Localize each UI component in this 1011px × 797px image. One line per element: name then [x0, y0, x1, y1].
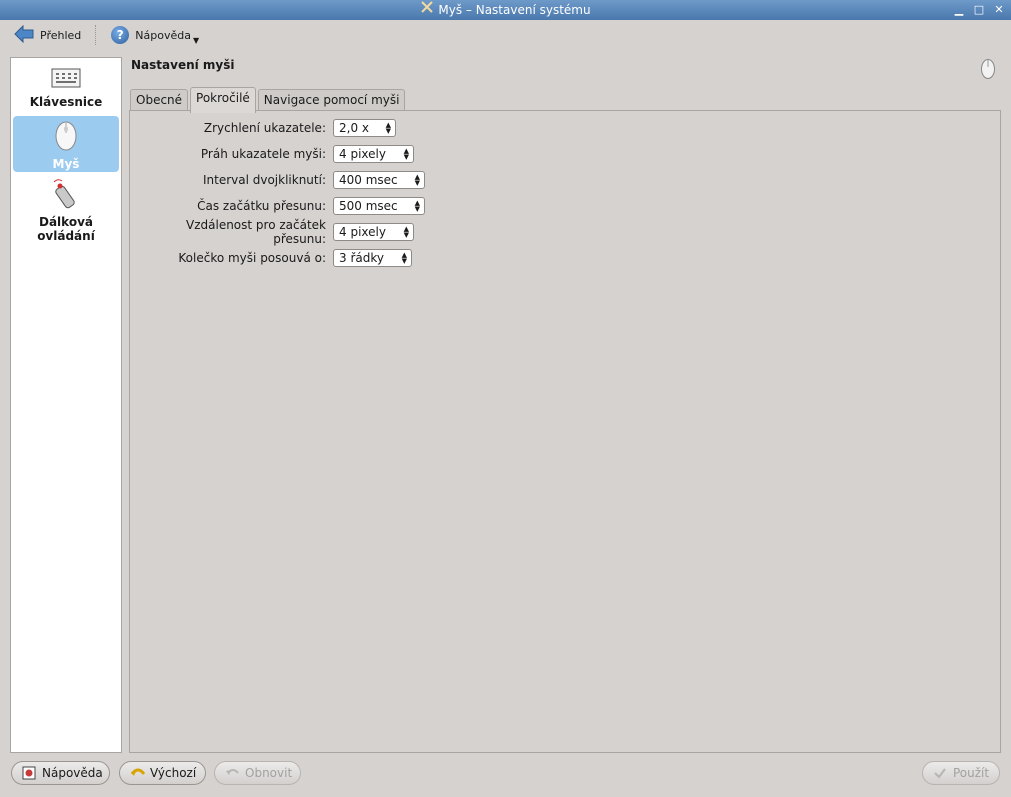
page-title: Nastavení myši — [131, 58, 235, 72]
mouse-icon — [54, 120, 78, 155]
sidebar-item-keyboard[interactable]: Klávesnice — [13, 64, 119, 116]
setting-row-acceleration: Zrychlení ukazatele: 2,0 x ▲ ▼ — [130, 118, 396, 138]
maximize-button[interactable]: □ — [973, 0, 985, 20]
setting-row-drag-time: Čas začátku přesunu: 500 msec ▲ ▼ — [130, 196, 425, 216]
double-click-spinbox[interactable]: 400 msec ▲ ▼ — [333, 171, 425, 189]
threshold-spinbox[interactable]: 4 pixely ▲ ▼ — [333, 145, 414, 163]
checkmark-icon — [933, 766, 947, 780]
window-title: Myš – Nastavení systému — [438, 3, 591, 17]
setting-label: Vzdálenost pro začátek přesunu: — [186, 218, 326, 246]
tab-advanced[interactable]: Pokročilé — [190, 87, 256, 113]
help-book-icon — [22, 766, 36, 780]
dropdown-arrow-icon: ▼ — [192, 35, 200, 45]
mouse-icon — [980, 58, 996, 83]
sidebar-item-remote-control[interactable]: Dálková ovládání — [13, 176, 119, 244]
tools-icon — [420, 0, 434, 20]
sidebar-item-label: Dálková — [39, 215, 93, 229]
keyboard-icon — [51, 68, 81, 91]
settings-window: Myš – Nastavení systému ▁ □ ✕ Přehled ? … — [0, 0, 1011, 797]
defaults-icon — [130, 766, 146, 780]
acceleration-spinbox[interactable]: 2,0 x ▲ ▼ — [333, 119, 396, 137]
window-controls: ▁ □ ✕ — [953, 0, 1005, 20]
overview-label: Přehled — [40, 28, 82, 42]
drag-distance-spinbox[interactable]: 4 pixely ▲ ▼ — [333, 223, 414, 241]
category-sidebar: Klávesnice Myš Dálková ovládání — [10, 57, 122, 753]
spinbox-value: 400 msec — [339, 173, 398, 187]
spin-arrows-icon[interactable]: ▲ ▼ — [404, 148, 409, 161]
help-button[interactable]: Nápověda — [11, 761, 110, 785]
reset-button-label: Obnovit — [245, 766, 293, 780]
spin-arrows-icon[interactable]: ▲ ▼ — [415, 200, 420, 213]
sidebar-item-label: Klávesnice — [29, 95, 103, 109]
setting-label: Zrychlení ukazatele: — [203, 121, 326, 135]
apply-button-label: Použít — [953, 766, 990, 780]
apply-button[interactable]: Použít — [922, 761, 1000, 785]
setting-label: Interval dvojkliknutí: — [202, 173, 326, 187]
overview-button[interactable]: Přehled — [10, 22, 85, 49]
spin-arrows-icon[interactable]: ▲ ▼ — [386, 122, 391, 135]
tab-general[interactable]: Obecné — [130, 89, 189, 112]
setting-row-threshold: Práh ukazatele myši: 4 pixely ▲ ▼ — [130, 144, 414, 164]
advanced-settings-panel: Zrychlení ukazatele: 2,0 x ▲ ▼ Práh ukaza… — [129, 110, 1001, 753]
sidebar-item-label: Myš — [52, 157, 80, 171]
setting-row-drag-distance: Vzdálenost pro začátek přesunu: 4 pixely… — [130, 218, 414, 246]
undo-icon — [225, 766, 239, 780]
spinbox-value: 4 pixely — [339, 147, 386, 161]
spinbox-value: 500 msec — [339, 199, 398, 213]
sidebar-item-label: ovládání — [37, 229, 95, 243]
sidebar-item-mouse[interactable]: Myš — [13, 116, 119, 172]
window-title-group: Myš – Nastavení systému — [420, 0, 591, 20]
spinbox-value: 3 řádky — [339, 251, 384, 265]
setting-label: Čas začátku přesunu: — [197, 199, 326, 213]
reset-button[interactable]: Obnovit — [214, 761, 301, 785]
spin-arrows-icon[interactable]: ▲ ▼ — [404, 226, 409, 239]
help-menu-label: Nápověda — [135, 28, 191, 42]
toolbar: Přehled ? Nápověda ▼ — [0, 20, 1011, 50]
spin-arrows-icon[interactable]: ▲ ▼ — [402, 252, 407, 265]
help-button-label: Nápověda — [42, 766, 103, 780]
toolbar-separator — [95, 25, 97, 45]
setting-row-wheel-scroll: Kolečko myši posouvá o: 3 řádky ▲ ▼ — [130, 248, 412, 268]
spinbox-value: 4 pixely — [339, 225, 386, 239]
drag-time-spinbox[interactable]: 500 msec ▲ ▼ — [333, 197, 425, 215]
title-bar[interactable]: Myš – Nastavení systému ▁ □ ✕ — [0, 0, 1011, 20]
remote-control-icon — [50, 178, 82, 213]
help-icon: ? — [111, 26, 130, 44]
setting-label: Kolečko myši posouvá o: — [178, 251, 326, 265]
defaults-button[interactable]: Výchozí — [119, 761, 206, 785]
spin-arrows-icon[interactable]: ▲ ▼ — [415, 174, 420, 187]
minimize-button[interactable]: ▁ — [953, 0, 965, 20]
setting-row-double-click: Interval dvojkliknutí: 400 msec ▲ ▼ — [130, 170, 425, 190]
spinbox-value: 2,0 x — [339, 121, 369, 135]
setting-label: Práh ukazatele myši: — [200, 147, 326, 161]
back-arrow-icon — [14, 24, 34, 46]
defaults-button-label: Výchozí — [150, 766, 197, 780]
close-button[interactable]: ✕ — [993, 0, 1005, 20]
tab-mouse-navigation[interactable]: Navigace pomocí myši — [257, 89, 406, 112]
wheel-scroll-spinbox[interactable]: 3 řádky ▲ ▼ — [333, 249, 412, 267]
help-menu-button[interactable]: ? Nápověda ▼ — [107, 23, 203, 48]
